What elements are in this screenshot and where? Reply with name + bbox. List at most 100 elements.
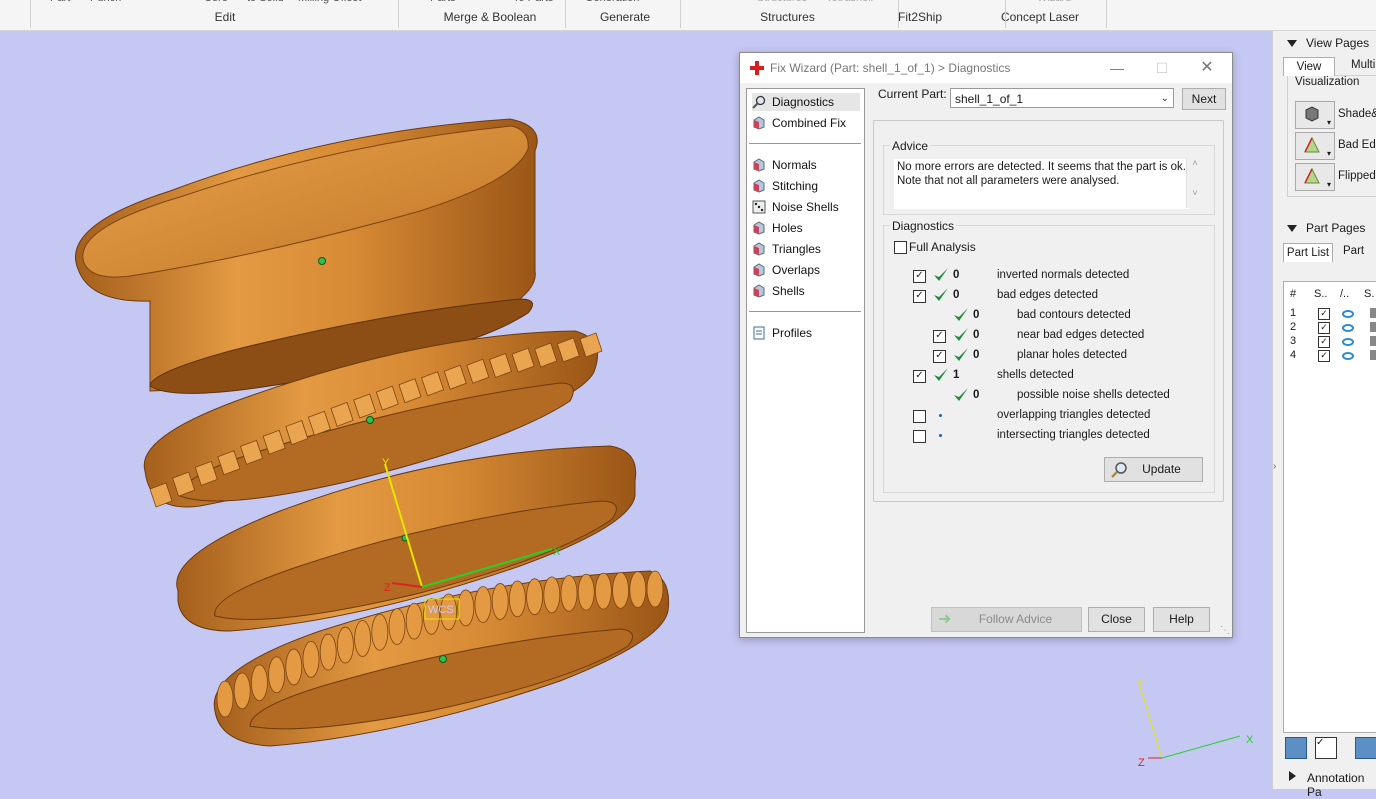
tab-part[interactable]: Part bbox=[1343, 245, 1364, 257]
view-pages-header: View Pages bbox=[1306, 36, 1370, 50]
part-visible-checkbox[interactable]: ✓ bbox=[1318, 336, 1330, 348]
dialog-titlebar[interactable]: Fix Wizard (Part: shell_1_of_1) > Diagno… bbox=[740, 53, 1232, 83]
checkbox-toggle-icon[interactable]: ✓ bbox=[1315, 737, 1337, 759]
diag-checkbox[interactable]: ✓ bbox=[933, 330, 946, 343]
panel-collapse-handle[interactable]: › bbox=[1273, 461, 1276, 472]
flipped-triangles-icon bbox=[1303, 167, 1321, 185]
part-list-table[interactable]: # S.. /.. S. 1 ✓ 2 ✓ 3 ✓ 4 ✓ bbox=[1283, 281, 1376, 733]
cube-copy-icon[interactable] bbox=[1355, 737, 1376, 759]
green-check-icon bbox=[933, 367, 948, 381]
nav-item-label: Overlaps bbox=[772, 263, 821, 277]
diag-count: 0 bbox=[973, 309, 980, 321]
nav-item-holes[interactable]: Holes bbox=[752, 219, 860, 237]
scallop-bump bbox=[302, 640, 320, 678]
scallop-bump bbox=[319, 633, 337, 671]
tab-part-list[interactable]: Part List bbox=[1283, 243, 1333, 262]
nav-item-shells[interactable]: Shells bbox=[752, 282, 860, 300]
eye-icon[interactable] bbox=[1342, 310, 1354, 318]
nav-item-combined-fix[interactable]: Combined Fix bbox=[752, 114, 860, 132]
green-check-icon bbox=[953, 387, 968, 401]
scallop-bump bbox=[268, 656, 286, 694]
ribbon-group-fit2ship[interactable]: Fit2Ship bbox=[880, 10, 960, 24]
ribbon-separator bbox=[398, 0, 399, 28]
ribbon-group-merge-boolean[interactable]: Merge & Boolean bbox=[410, 10, 570, 24]
scallop-bump bbox=[388, 608, 406, 645]
advice-scrollbar[interactable]: ˄ ˅ bbox=[1186, 158, 1203, 208]
nav-item-overlaps[interactable]: Overlaps bbox=[752, 261, 860, 279]
nav-item-stitching[interactable]: Stitching bbox=[752, 177, 860, 195]
magnifier-icon bbox=[1111, 462, 1127, 478]
update-button[interactable]: Update bbox=[1104, 457, 1203, 482]
green-check-icon bbox=[933, 287, 948, 301]
nav-item-label: Profiles bbox=[772, 326, 813, 340]
tab-view[interactable]: View bbox=[1283, 57, 1335, 76]
part-list-column-header[interactable]: S.. bbox=[1314, 288, 1327, 300]
close-window-button[interactable]: ✕ bbox=[1192, 58, 1222, 78]
magnifier-icon bbox=[752, 95, 766, 109]
advice-line-1: No more errors are detected. It seems th… bbox=[897, 161, 1186, 173]
part-number: 1 bbox=[1290, 307, 1297, 319]
scallop-bump bbox=[612, 571, 629, 609]
part-visible-checkbox[interactable]: ✓ bbox=[1318, 350, 1330, 362]
nav-item-normals[interactable]: Normals bbox=[752, 156, 860, 174]
nav-item-profiles[interactable]: Profiles bbox=[752, 324, 860, 342]
part-list-column-header[interactable]: # bbox=[1290, 288, 1296, 300]
diag-checkbox[interactable]: ✓ bbox=[913, 270, 926, 283]
diag-checkbox[interactable]: ✓ bbox=[913, 370, 926, 383]
nav-item-label: Noise Shells bbox=[772, 200, 839, 214]
svg-text:X: X bbox=[1246, 734, 1254, 746]
diag-checkbox[interactable] bbox=[913, 410, 926, 423]
scallop-bump bbox=[491, 583, 509, 620]
help-button[interactable]: Help bbox=[1153, 607, 1210, 632]
nav-item-label: Diagnostics bbox=[772, 95, 835, 109]
resize-grip-icon[interactable]: ⋱ bbox=[1220, 625, 1230, 636]
collapse-triangle-icon[interactable] bbox=[1287, 40, 1297, 47]
nav-item-label: Combined Fix bbox=[772, 116, 847, 130]
diag-count: 1 bbox=[953, 369, 960, 381]
ribbon-group-edit[interactable]: Edit bbox=[175, 10, 275, 24]
scallop-bump bbox=[336, 626, 354, 664]
red-cross-icon bbox=[750, 61, 764, 75]
maximize-button[interactable]: ☐ bbox=[1147, 58, 1177, 78]
eye-icon[interactable] bbox=[1342, 338, 1354, 346]
diag-checkbox[interactable]: ✓ bbox=[913, 290, 926, 303]
tab-multi[interactable]: Multi bbox=[1351, 59, 1375, 71]
chevron-down-icon: ⌄ bbox=[1160, 93, 1169, 104]
nav-item-noise-shells[interactable]: Noise Shells bbox=[752, 198, 860, 216]
next-button[interactable]: Next bbox=[1182, 88, 1226, 110]
ribbon-group-generate[interactable]: Generate bbox=[565, 10, 685, 24]
part-visible-checkbox[interactable]: ✓ bbox=[1318, 322, 1330, 334]
part-list-column-header[interactable]: S. bbox=[1364, 288, 1374, 300]
scallop-bump bbox=[250, 664, 268, 702]
collapse-triangle-icon[interactable] bbox=[1287, 225, 1297, 232]
ribbon-group-structures[interactable]: Structures bbox=[700, 10, 875, 24]
eye-icon[interactable] bbox=[1342, 352, 1354, 360]
part-cube-icon bbox=[1370, 308, 1376, 318]
diag-checkbox[interactable] bbox=[913, 430, 926, 443]
advice-text: No more errors are detected. It seems th… bbox=[894, 159, 1190, 209]
part-list-column-header[interactable]: /.. bbox=[1340, 288, 1349, 300]
minimize-button[interactable]: — bbox=[1102, 58, 1132, 78]
cube-icon bbox=[752, 263, 766, 277]
nav-item-triangles[interactable]: Triangles bbox=[752, 240, 860, 258]
follow-advice-button[interactable]: ➜ Follow Advice bbox=[931, 607, 1082, 632]
diag-label: possible noise shells detected bbox=[1017, 389, 1170, 401]
full-analysis-checkbox[interactable] bbox=[894, 241, 907, 254]
cube-select-icon[interactable] bbox=[1285, 737, 1307, 759]
eye-icon[interactable] bbox=[1342, 324, 1354, 332]
part-visible-checkbox[interactable]: ✓ bbox=[1318, 308, 1330, 320]
visualization-button[interactable]: ▾ bbox=[1295, 132, 1335, 160]
diag-label: intersecting triangles detected bbox=[997, 429, 1150, 441]
current-part-label: Current Part: bbox=[878, 87, 947, 101]
diag-checkbox[interactable]: ✓ bbox=[933, 350, 946, 363]
ribbon-group-concept-laser[interactable]: Concept Laser bbox=[980, 10, 1100, 24]
ribbon-cut-label: Wizard bbox=[1037, 0, 1071, 4]
expand-triangle-icon[interactable] bbox=[1289, 771, 1296, 781]
visualization-button[interactable]: ▾ bbox=[1295, 163, 1335, 191]
cube-icon bbox=[752, 242, 766, 256]
ribbon-cut-label: Milling Offset bbox=[298, 0, 361, 4]
nav-item-diagnostics[interactable]: Diagnostics bbox=[752, 93, 860, 111]
visualization-button[interactable]: ▾ bbox=[1295, 101, 1335, 129]
close-button[interactable]: Close bbox=[1088, 607, 1145, 632]
current-part-select[interactable]: shell_1_of_1 ⌄ bbox=[950, 88, 1174, 108]
